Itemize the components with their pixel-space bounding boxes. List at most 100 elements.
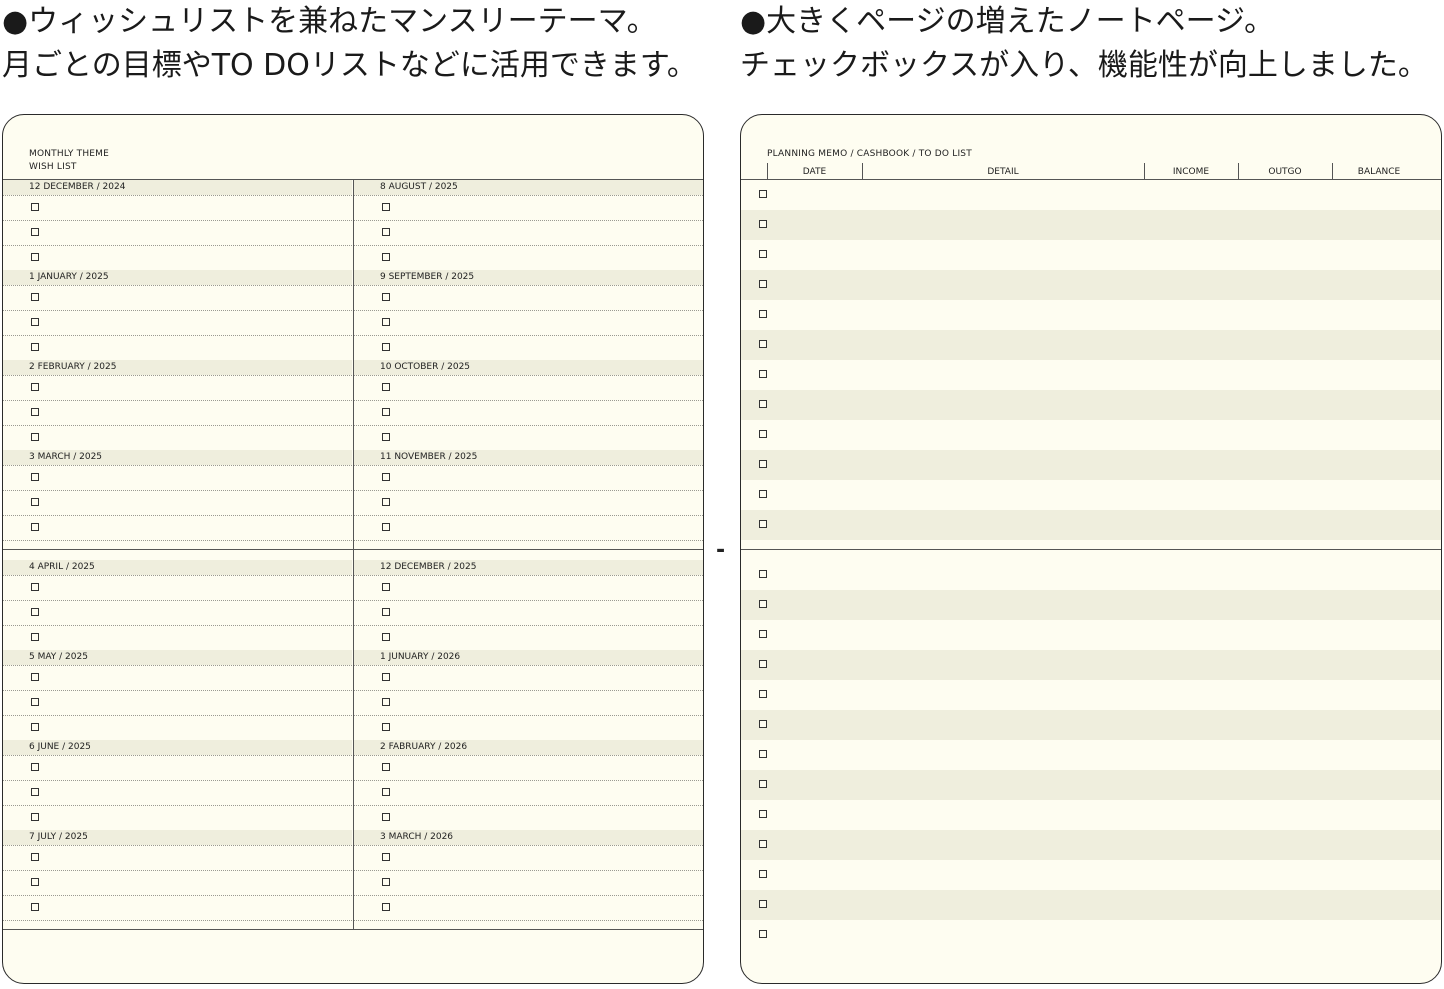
column-date: DATE xyxy=(802,167,827,177)
checkbox[interactable] xyxy=(382,228,390,236)
checkbox[interactable] xyxy=(382,903,390,911)
checkbox[interactable] xyxy=(382,878,390,886)
checkbox[interactable] xyxy=(31,253,39,261)
month-label: 10 OCTOBER / 2025 xyxy=(380,362,471,372)
note-row xyxy=(741,360,1441,390)
checkbox[interactable] xyxy=(31,788,39,796)
month-label: 3 MARCH / 2026 xyxy=(380,832,454,842)
checkbox[interactable] xyxy=(382,498,390,506)
checkbox[interactable] xyxy=(759,490,767,498)
checkbox[interactable] xyxy=(759,810,767,818)
month-label: 1 JANUARY / 2025 xyxy=(29,272,109,282)
checkbox[interactable] xyxy=(382,853,390,861)
checkbox[interactable] xyxy=(759,900,767,908)
dotted-rule xyxy=(3,515,352,516)
checkbox[interactable] xyxy=(382,343,390,351)
checkbox[interactable] xyxy=(31,408,39,416)
checkbox[interactable] xyxy=(759,250,767,258)
checkbox[interactable] xyxy=(31,903,39,911)
dotted-rule xyxy=(354,465,703,466)
checkbox[interactable] xyxy=(31,498,39,506)
dotted-rule xyxy=(3,625,352,626)
checkbox[interactable] xyxy=(382,203,390,211)
checkbox[interactable] xyxy=(759,400,767,408)
month-label: 12 DECEMBER / 2024 xyxy=(29,182,126,192)
checkbox[interactable] xyxy=(382,608,390,616)
checkbox[interactable] xyxy=(759,310,767,318)
checkbox[interactable] xyxy=(31,203,39,211)
checkbox[interactable] xyxy=(759,570,767,578)
note-row xyxy=(741,300,1441,330)
checkbox[interactable] xyxy=(759,840,767,848)
checkbox[interactable] xyxy=(31,853,39,861)
checkbox[interactable] xyxy=(382,583,390,591)
checkbox[interactable] xyxy=(382,523,390,531)
checkbox[interactable] xyxy=(382,698,390,706)
checkbox[interactable] xyxy=(759,220,767,228)
checkbox[interactable] xyxy=(759,690,767,698)
checkbox[interactable] xyxy=(382,788,390,796)
month-label: 4 APRIL / 2025 xyxy=(29,562,95,572)
checkbox[interactable] xyxy=(31,318,39,326)
checkbox[interactable] xyxy=(759,370,767,378)
checkbox[interactable] xyxy=(31,633,39,641)
checkbox[interactable] xyxy=(759,930,767,938)
checkbox[interactable] xyxy=(31,433,39,441)
checkbox[interactable] xyxy=(31,473,39,481)
dotted-rule xyxy=(3,220,352,221)
note-row xyxy=(741,710,1441,740)
checkbox[interactable] xyxy=(759,870,767,878)
checkbox[interactable] xyxy=(31,343,39,351)
checkbox[interactable] xyxy=(759,780,767,788)
checkbox[interactable] xyxy=(382,318,390,326)
checkbox[interactable] xyxy=(759,460,767,468)
checkbox[interactable] xyxy=(31,813,39,821)
checkbox[interactable] xyxy=(31,673,39,681)
month-header: 12 DECEMBER / 2025 xyxy=(354,560,703,575)
checkbox[interactable] xyxy=(31,878,39,886)
checkbox[interactable] xyxy=(382,253,390,261)
dotted-rule xyxy=(3,845,352,846)
checkbox[interactable] xyxy=(759,520,767,528)
checkbox[interactable] xyxy=(382,408,390,416)
checkbox[interactable] xyxy=(31,523,39,531)
dotted-rule xyxy=(354,310,703,311)
checkbox[interactable] xyxy=(31,723,39,731)
checkbox[interactable] xyxy=(382,433,390,441)
checkbox[interactable] xyxy=(759,630,767,638)
dotted-rule xyxy=(3,335,352,336)
dotted-rule xyxy=(354,755,703,756)
header-tick xyxy=(767,163,768,179)
checkbox[interactable] xyxy=(382,723,390,731)
checkbox[interactable] xyxy=(31,583,39,591)
checkbox[interactable] xyxy=(759,190,767,198)
checkbox[interactable] xyxy=(382,473,390,481)
checkbox[interactable] xyxy=(31,698,39,706)
checkbox[interactable] xyxy=(759,280,767,288)
dotted-rule xyxy=(354,400,703,401)
checkbox[interactable] xyxy=(382,673,390,681)
wish-list-label: WISH LIST xyxy=(29,162,77,172)
checkbox[interactable] xyxy=(759,660,767,668)
month-label: 11 NOVEMBER / 2025 xyxy=(380,452,478,462)
month-header: 11 NOVEMBER / 2025 xyxy=(354,450,703,465)
checkbox[interactable] xyxy=(31,608,39,616)
dotted-rule xyxy=(354,515,703,516)
checkbox[interactable] xyxy=(382,763,390,771)
checkbox[interactable] xyxy=(759,750,767,758)
checkbox[interactable] xyxy=(759,430,767,438)
note-row xyxy=(741,740,1441,770)
note-row xyxy=(741,450,1441,480)
checkbox[interactable] xyxy=(759,600,767,608)
checkbox[interactable] xyxy=(382,633,390,641)
checkbox[interactable] xyxy=(759,720,767,728)
checkbox[interactable] xyxy=(31,383,39,391)
checkbox[interactable] xyxy=(31,763,39,771)
checkbox[interactable] xyxy=(31,293,39,301)
checkbox[interactable] xyxy=(382,293,390,301)
dotted-rule xyxy=(3,375,352,376)
checkbox[interactable] xyxy=(759,340,767,348)
checkbox[interactable] xyxy=(382,383,390,391)
checkbox[interactable] xyxy=(382,813,390,821)
checkbox[interactable] xyxy=(31,228,39,236)
